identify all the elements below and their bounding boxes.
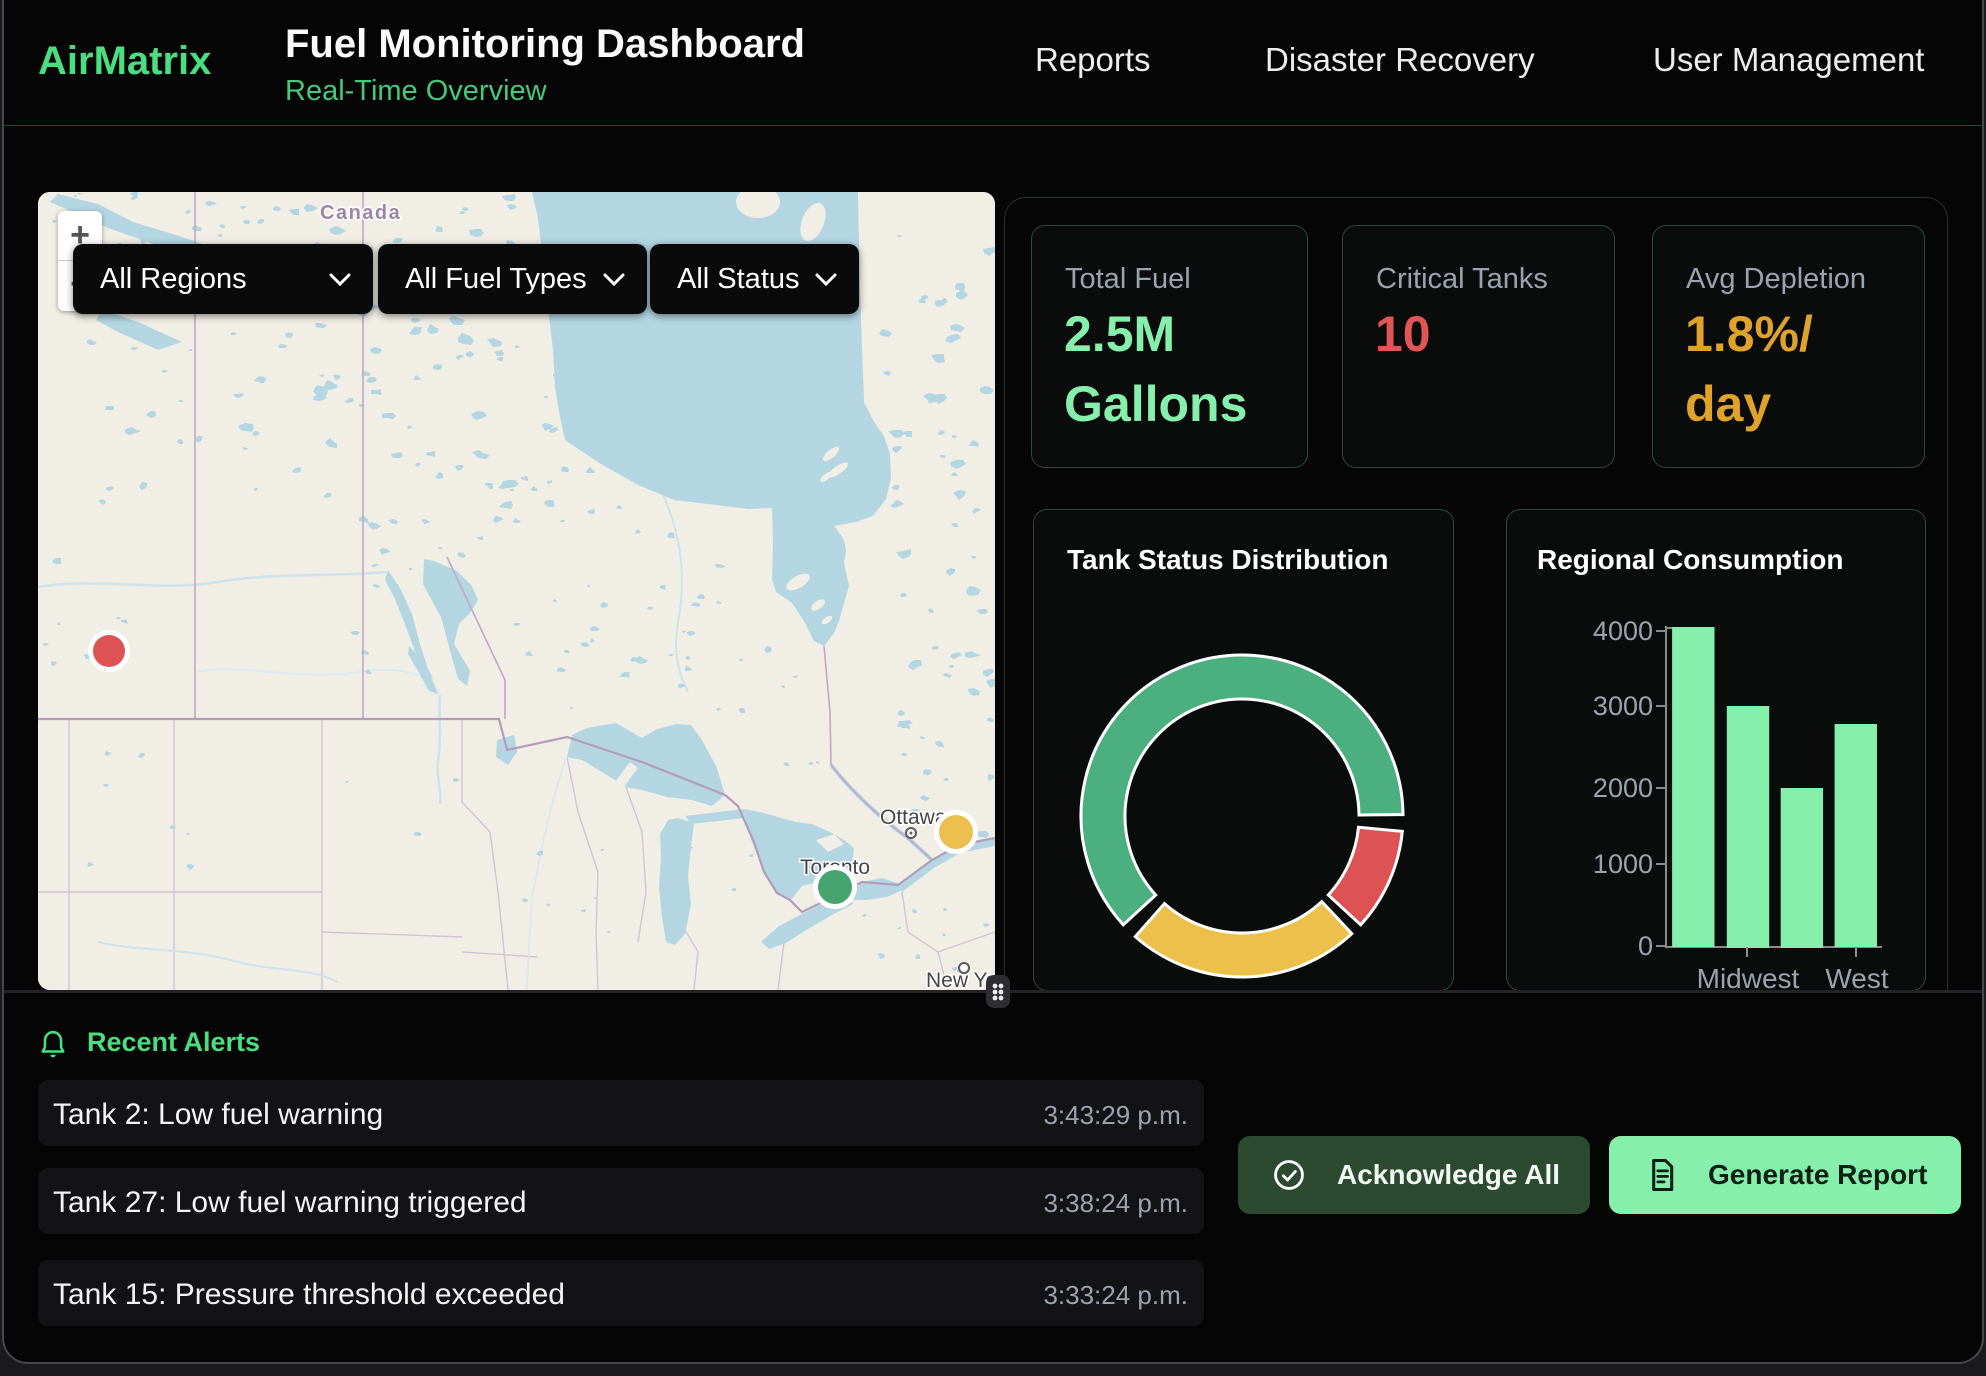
svg-text:Midwest: Midwest — [1697, 963, 1800, 990]
svg-text:4000: 4000 — [1593, 616, 1653, 646]
svg-text:3000: 3000 — [1593, 691, 1653, 721]
svg-text:0: 0 — [1638, 931, 1653, 961]
svg-text:1000: 1000 — [1593, 849, 1653, 879]
svg-text:West: West — [1825, 963, 1888, 990]
svg-text:New York: New York — [926, 969, 995, 990]
svg-text:2000: 2000 — [1593, 773, 1653, 803]
svg-text:Canada: Canada — [320, 202, 401, 224]
